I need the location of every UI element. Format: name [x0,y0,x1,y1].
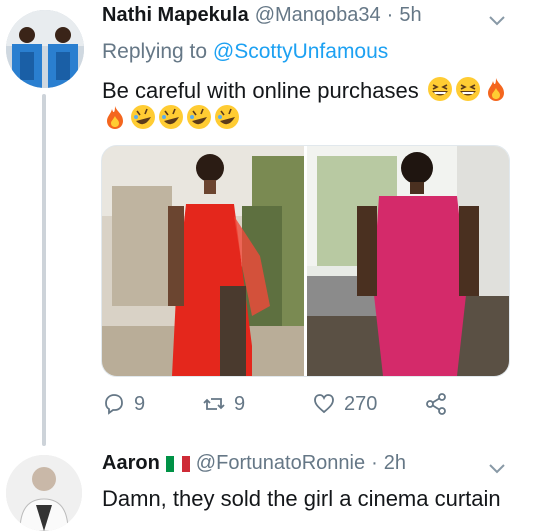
replying-to-link[interactable]: @ScottyUnfamous [213,40,388,63]
thread-connector-line [42,94,46,446]
author-handle[interactable]: @FortunatoRonnie [196,452,365,475]
tweet-actions: 9 9 270 [102,392,448,416]
retweet-icon[interactable] [202,392,226,416]
like-count: 270 [344,392,378,415]
media-image-right[interactable] [307,146,509,376]
rolling-on-floor-laughing-icon [131,105,155,129]
rolling-on-floor-laughing-icon [159,105,183,129]
author-handle[interactable]: @Manqoba34 [255,4,381,27]
share-action[interactable] [424,392,448,416]
replying-prefix: Replying to [102,40,213,63]
author-name[interactable]: Nathi Mapekula [102,4,249,27]
share-icon[interactable] [424,392,448,416]
like-action[interactable]: 270 [312,392,424,416]
tweet-header: Nathi Mapekula @Manqoba34 · 5h [102,4,422,27]
fire-icon [487,78,504,101]
replying-to: Replying to @ScottyUnfamous [102,40,388,64]
reply-icon[interactable] [102,392,126,416]
tweet-text: Damn, they sold the girl a cinema curtai… [102,486,501,511]
author-name[interactable]: Aaron [102,452,160,475]
reply-count: 9 [134,392,146,415]
chevron-down-icon[interactable] [488,14,506,28]
tweet-time[interactable]: 5h [399,4,421,27]
retweet-action[interactable]: 9 [202,392,312,416]
rolling-on-floor-laughing-icon [215,105,239,129]
separator-dot: · [371,452,378,474]
tweet-time[interactable]: 2h [384,452,406,475]
avatar-nathi[interactable] [6,10,84,88]
tweet-media[interactable] [101,145,510,377]
avatar-aaron[interactable] [6,455,82,531]
tweet-text: Be careful with online purchases [102,76,509,104]
like-icon[interactable] [312,392,336,416]
italy-flag-icon [165,455,190,472]
rolling-on-floor-laughing-icon [187,105,211,129]
reply-action[interactable]: 9 [102,392,202,416]
media-image-left[interactable] [102,146,304,376]
grinning-squinting-face-icon [455,77,480,101]
tweet-header: Aaron @FortunatoRonnie · 2h [102,452,406,475]
separator-dot: · [386,4,394,26]
tweet-text-content: Be careful with online purchases [102,78,419,103]
retweet-count: 9 [234,392,246,415]
emoji-row [102,104,240,130]
fire-icon [107,106,123,129]
chevron-down-icon[interactable] [488,462,506,476]
grinning-squinting-face-icon [427,77,452,101]
